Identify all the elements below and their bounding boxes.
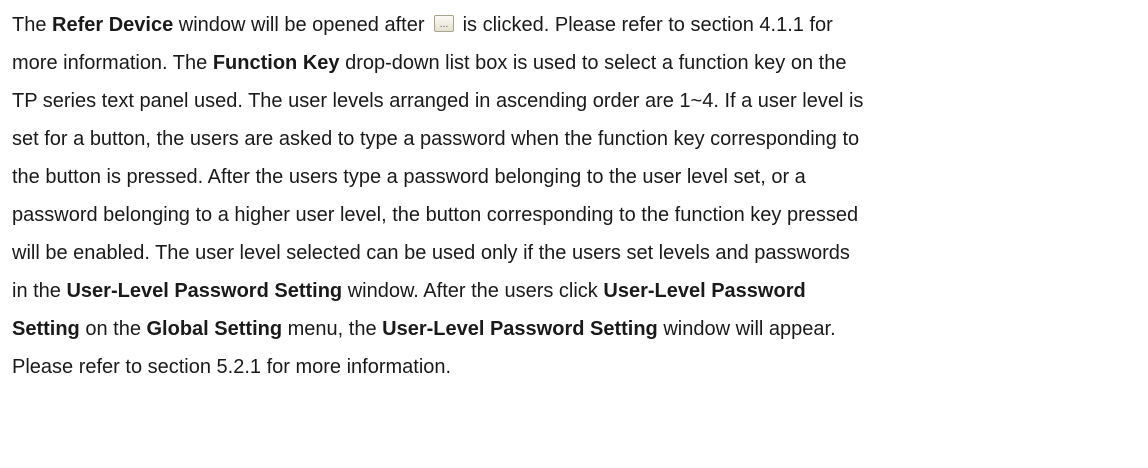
- text-run: window. After the users click: [342, 280, 604, 302]
- text-run: menu, the: [282, 318, 383, 340]
- text-line: set for a button, the users are asked to…: [12, 120, 1142, 158]
- text-run: password belonging to a higher user leve…: [12, 204, 859, 226]
- text-run: window will appear.: [657, 318, 836, 340]
- text-line: Setting on the Global Setting menu, the …: [12, 310, 1142, 348]
- text-run: window will be opened after: [173, 14, 431, 36]
- text-run: drop-down list box is used to select a f…: [339, 52, 847, 74]
- bold-term: Global Setting: [146, 318, 283, 340]
- ellipsis-button-icon: ...: [434, 15, 455, 33]
- bold-term: User-Level Password: [603, 280, 806, 302]
- text-run: is clicked. Please refer to section 4.1.…: [457, 14, 833, 36]
- text-run: will be enabled. The user level selected…: [12, 242, 850, 264]
- text-line: Please refer to section 5.2.1 for more i…: [12, 348, 1142, 386]
- text-line: password belonging to a higher user leve…: [12, 196, 1142, 234]
- bold-term: Setting: [12, 318, 80, 340]
- text-run: more information. The: [12, 52, 213, 74]
- text-run: set for a button, the users are asked to…: [12, 128, 860, 150]
- text-line: will be enabled. The user level selected…: [12, 234, 1142, 272]
- ellipsis-glyph: ...: [439, 20, 449, 31]
- text-line: The Refer Device window will be opened a…: [12, 6, 1142, 44]
- text-run: the button is pressed. After the users t…: [12, 166, 806, 188]
- text-line: in the User-Level Password Setting windo…: [12, 272, 1142, 310]
- text-line: more information. The Function Key drop-…: [12, 44, 1142, 82]
- text-run: in the: [12, 280, 67, 302]
- text-run: TP series text panel used. The user leve…: [12, 90, 864, 112]
- document-body: The Refer Device window will be opened a…: [12, 6, 1142, 386]
- text-line: the button is pressed. After the users t…: [12, 158, 1142, 196]
- bold-term: User-Level Password Setting: [66, 280, 343, 302]
- bold-term: Refer Device: [52, 14, 174, 36]
- text-run: on the: [79, 318, 147, 340]
- bold-term: User-Level Password Setting: [382, 318, 658, 340]
- text-line: TP series text panel used. The user leve…: [12, 82, 1142, 120]
- text-run: The: [12, 14, 53, 36]
- text-run: Please refer to section 5.2.1 for more i…: [12, 356, 452, 378]
- paragraph: The Refer Device window will be opened a…: [12, 6, 1142, 386]
- bold-term: Function Key: [212, 52, 340, 74]
